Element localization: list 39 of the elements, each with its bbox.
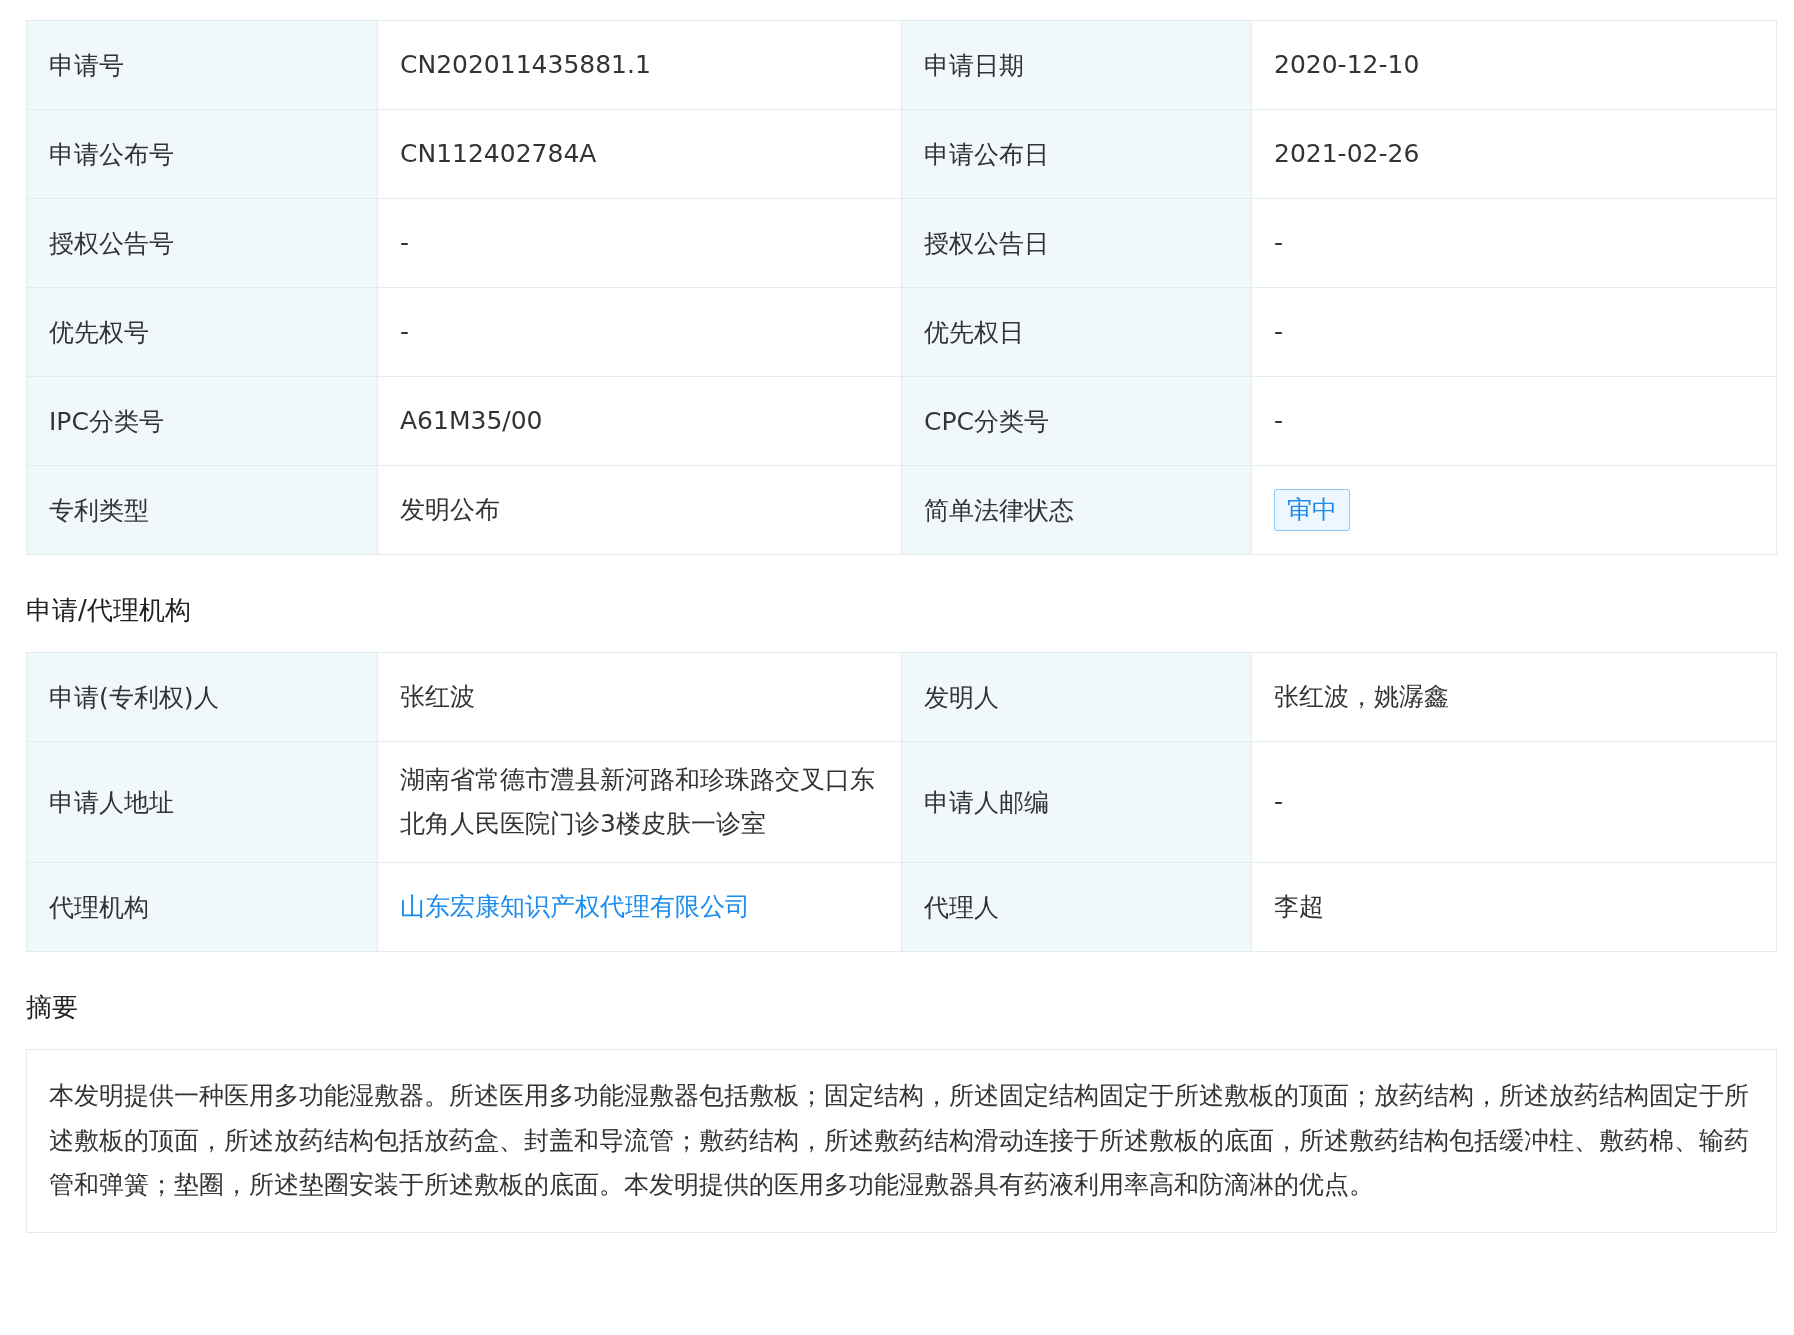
value-cell: 张红波 <box>378 653 902 742</box>
value-cell: 2021-02-26 <box>1252 110 1777 199</box>
value-cell: - <box>1252 288 1777 377</box>
label-cell: 代理机构 <box>27 863 378 952</box>
label-cell: 发明人 <box>902 653 1252 742</box>
value-cell: - <box>1252 199 1777 288</box>
label-cell: 申请公布号 <box>27 110 378 199</box>
value-cell: 2020-12-10 <box>1252 21 1777 110</box>
value-cell: CN112402784A <box>378 110 902 199</box>
label-cell: 优先权号 <box>27 288 378 377</box>
label-cell: 申请人地址 <box>27 742 378 863</box>
label-cell: 简单法律状态 <box>902 466 1252 555</box>
label-cell: IPC分类号 <box>27 377 378 466</box>
value-cell: 李超 <box>1252 863 1777 952</box>
label-cell: 申请(专利权)人 <box>27 653 378 742</box>
value-cell: - <box>1252 377 1777 466</box>
value-cell: CN202011435881.1 <box>378 21 902 110</box>
agency-link[interactable]: 山东宏康知识产权代理有限公司 <box>400 885 750 929</box>
label-cell: 申请号 <box>27 21 378 110</box>
label-cell: 申请人邮编 <box>902 742 1252 863</box>
label-cell: 代理人 <box>902 863 1252 952</box>
value-cell: - <box>378 288 902 377</box>
abstract-text: 本发明提供一种医用多功能湿敷器。所述医用多功能湿敷器包括敷板；固定结构，所述固定结构固定于所述敷板的顶面；放药结构，所述放药结构固定于所述敷板的顶面，所述放药结构包括放药盒、封盖和导流管；敷药结构，所述敷药结构滑动连接于所述敷板的底面，所述敷药结构包括缓冲柱、敷药棉、输药管和弹簧；垫圈，所述垫圈安装于所述敷板的底面。本发明提供的医用多功能湿敷器具有药液利用率高和防滴淋的优点。 <box>26 1049 1777 1233</box>
value-cell: A61M35/00 <box>378 377 902 466</box>
status-tag: 审中 <box>1274 489 1350 531</box>
label-cell: 授权公告日 <box>902 199 1252 288</box>
value-cell: 湖南省常德市澧县新河路和珍珠路交叉口东北角人民医院门诊3楼皮肤一诊室 <box>378 742 902 863</box>
label-cell: 申请公布日 <box>902 110 1252 199</box>
label-cell: 授权公告号 <box>27 199 378 288</box>
value-cell: - <box>1252 742 1777 863</box>
value-cell: 发明公布 <box>378 466 902 555</box>
label-cell: 专利类型 <box>27 466 378 555</box>
label-cell: 申请日期 <box>902 21 1252 110</box>
value-cell: - <box>378 199 902 288</box>
label-cell: CPC分类号 <box>902 377 1252 466</box>
section-heading: 摘要 <box>26 991 79 1024</box>
value-cell: 张红波，姚潺鑫 <box>1252 653 1777 742</box>
label-cell: 优先权日 <box>902 288 1252 377</box>
section-heading: 申请/代理机构 <box>26 594 192 627</box>
